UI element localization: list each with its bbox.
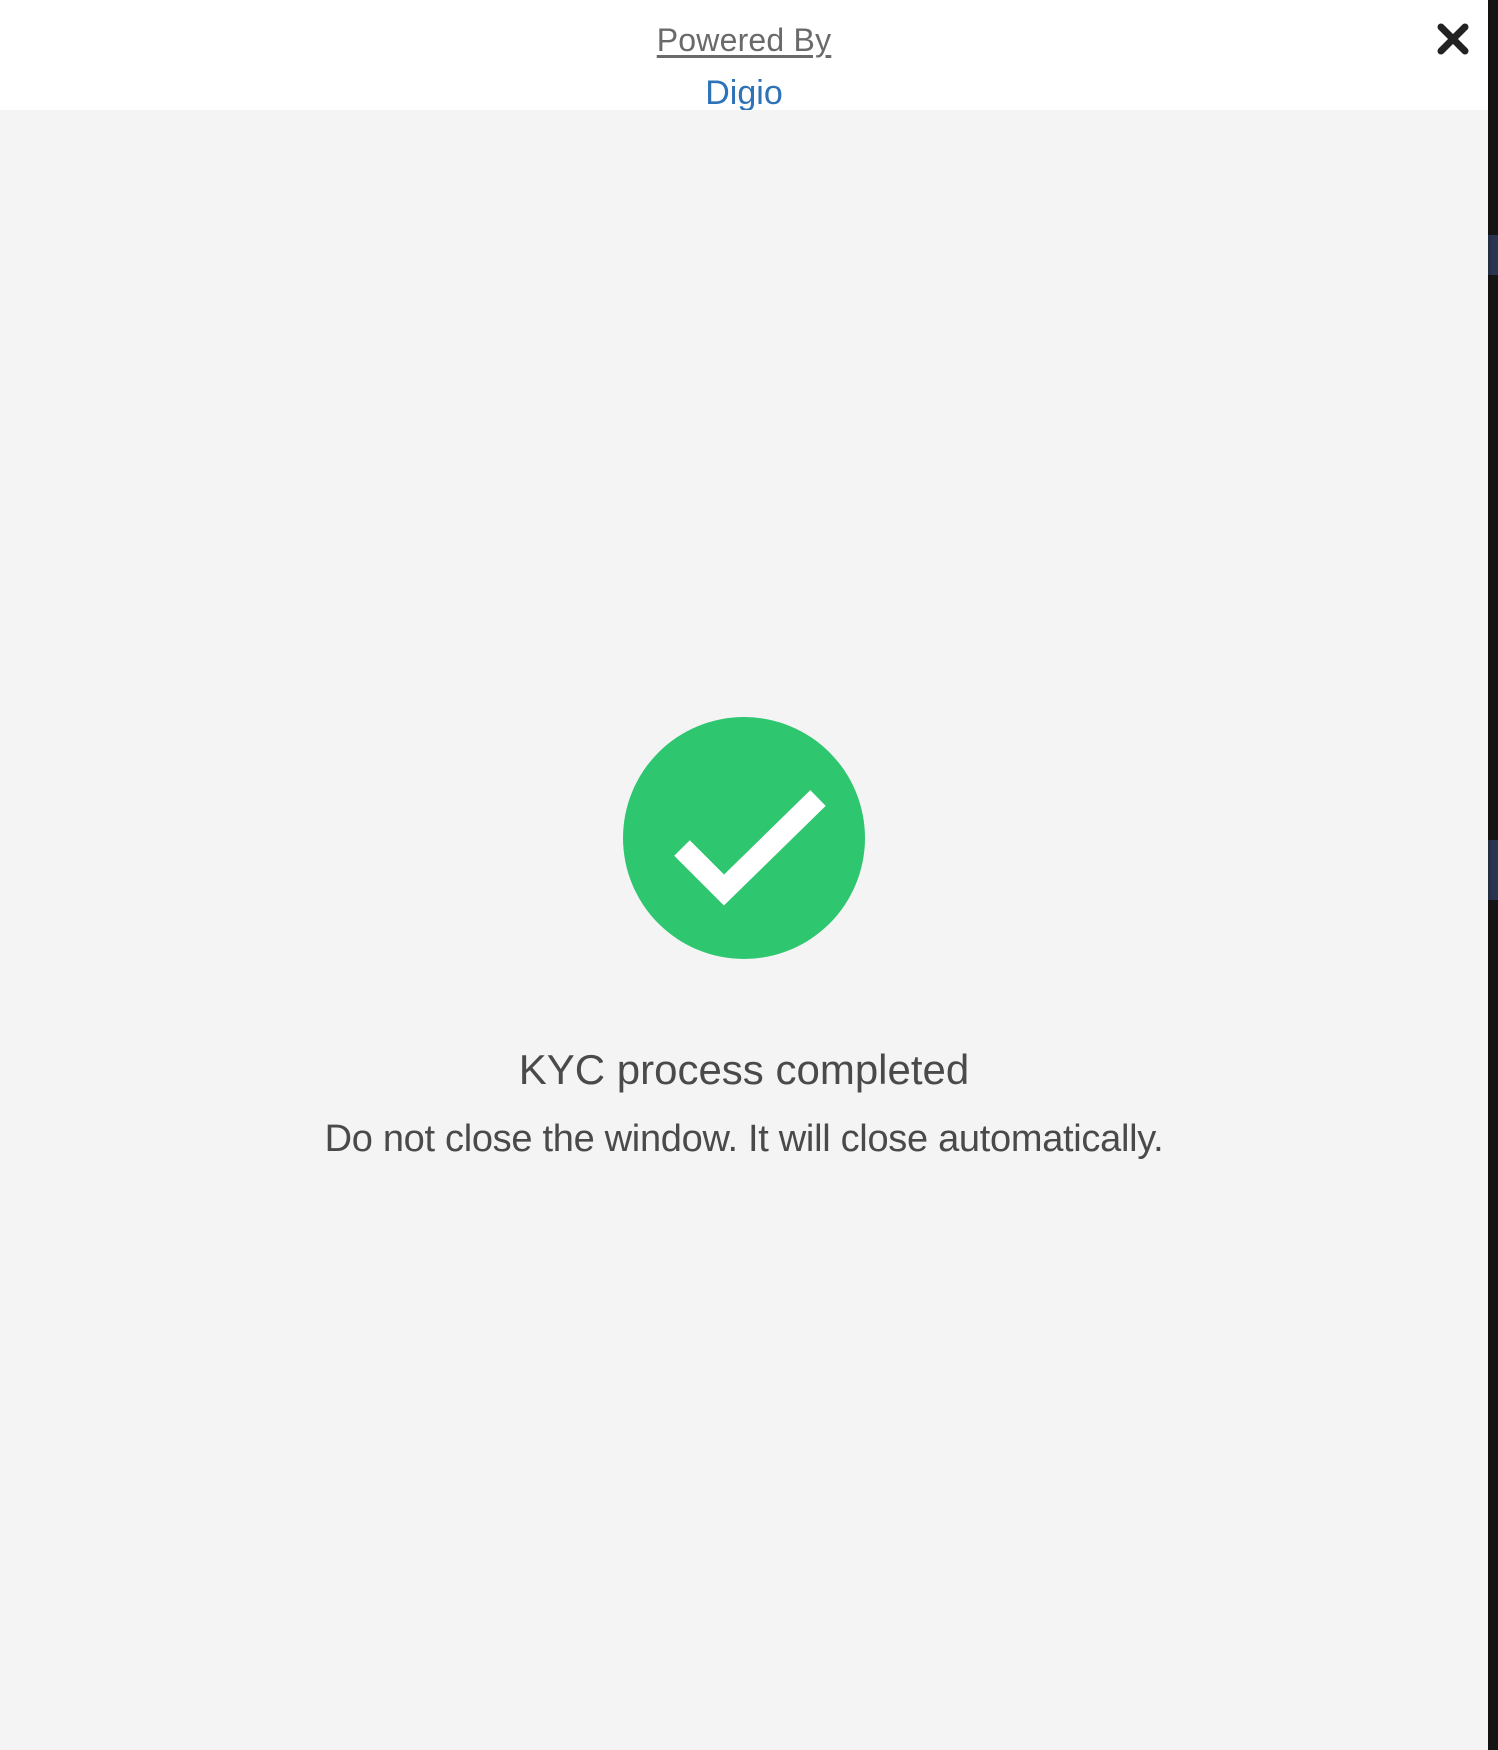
modal-content: KYC process completed Do not close the w… <box>0 110 1488 1750</box>
status-message: Do not close the window. It will close a… <box>324 1118 1164 1160</box>
background-strip <box>1488 840 1498 900</box>
background-strip <box>1488 235 1498 275</box>
status-title: KYC process completed <box>518 1046 970 1093</box>
powered-by-link[interactable]: Powered By <box>0 22 1488 59</box>
close-button[interactable] <box>1432 18 1474 60</box>
kyc-modal: Powered By Digio KYC process completed D… <box>0 0 1488 1750</box>
brand-link[interactable]: Digio <box>0 74 1488 110</box>
modal-header: Powered By Digio <box>0 0 1488 110</box>
check-circle-icon <box>623 717 865 959</box>
close-icon <box>1437 23 1469 55</box>
